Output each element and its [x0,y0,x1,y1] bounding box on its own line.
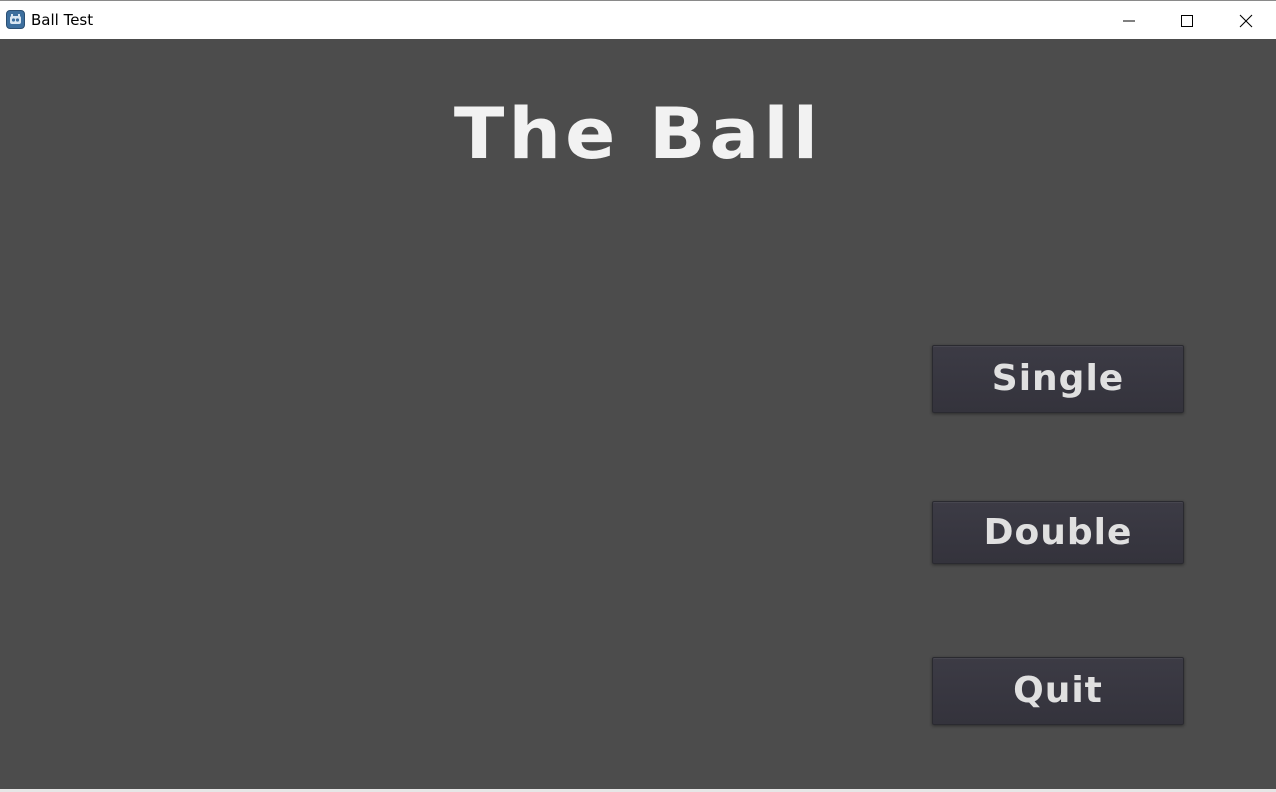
game-title: The Ball [453,93,823,175]
maximize-icon [1181,15,1193,27]
close-button[interactable] [1217,1,1275,39]
single-button[interactable]: Single [932,345,1184,413]
title-bar[interactable]: Ball Test [0,0,1276,39]
godot-engine-icon [6,10,25,29]
quit-button[interactable]: Quit [932,657,1184,725]
application-window: Ball Test The Ball Single Double Quit [0,0,1276,792]
game-viewport: The Ball Single Double Quit [0,39,1276,789]
minimize-button[interactable] [1100,1,1158,39]
double-button[interactable]: Double [932,501,1184,564]
close-icon [1239,14,1253,28]
maximize-button[interactable] [1158,1,1216,39]
minimize-icon [1123,20,1135,22]
window-title: Ball Test [31,11,94,29]
